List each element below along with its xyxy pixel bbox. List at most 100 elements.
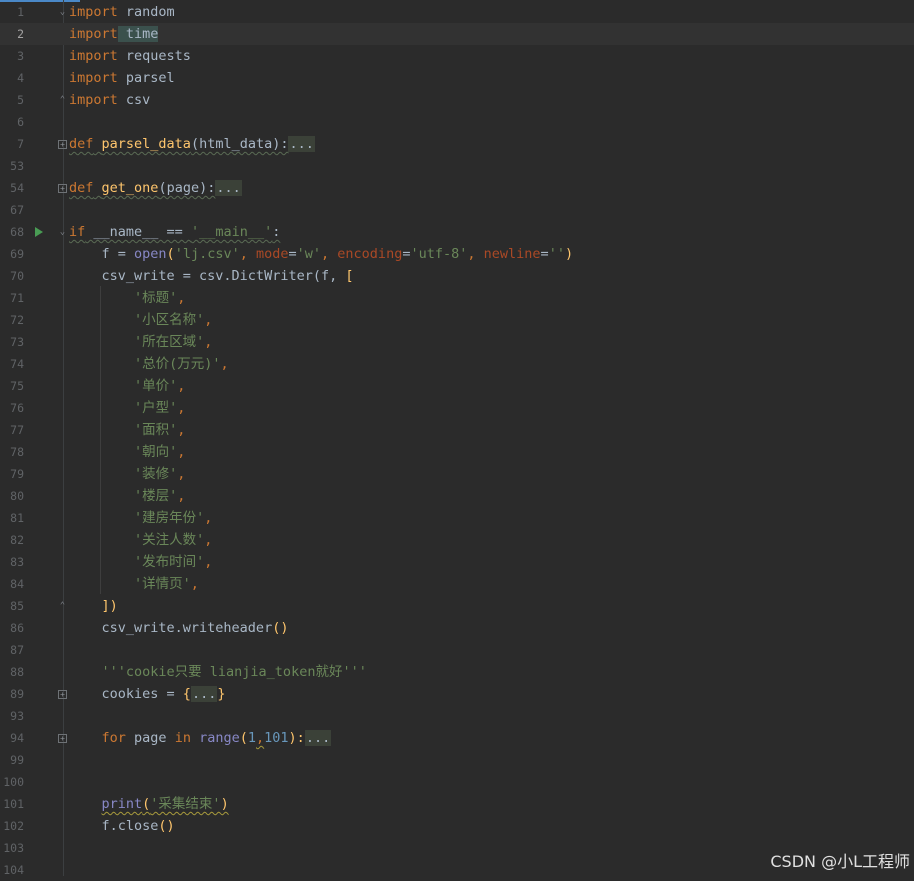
code-line[interactable]: 79 '装修', bbox=[0, 463, 914, 485]
code-line[interactable]: 54 + def get_one(page):... bbox=[0, 177, 914, 199]
code-line[interactable]: 80 '楼层', bbox=[0, 485, 914, 507]
line-number: 4 bbox=[17, 71, 24, 85]
line-number: 101 bbox=[3, 797, 24, 811]
line-number: 89 bbox=[10, 687, 24, 701]
fold-expand-icon[interactable]: + bbox=[58, 140, 67, 149]
code-line[interactable]: 78 '朝向', bbox=[0, 441, 914, 463]
code-text: import time bbox=[69, 26, 159, 42]
line-number: 74 bbox=[10, 357, 24, 371]
line-number: 93 bbox=[10, 709, 24, 723]
line-number: 76 bbox=[10, 401, 24, 415]
code-editor[interactable]: 1 ⌄ import random 2 import time 3 import… bbox=[0, 0, 914, 877]
code-text: import requests bbox=[69, 48, 191, 64]
fold-start-icon[interactable]: ⌄ bbox=[58, 7, 67, 17]
folded-code-placeholder[interactable]: ... bbox=[288, 136, 315, 152]
code-text: def get_one(page):... bbox=[69, 180, 242, 196]
code-line-current[interactable]: 2 import time bbox=[0, 23, 914, 45]
fold-end-icon[interactable]: ⌃ bbox=[58, 601, 67, 611]
watermark-text: CSDN @小L工程师 bbox=[770, 852, 910, 871]
code-line[interactable]: 81 '建房年份', bbox=[0, 507, 914, 529]
code-line[interactable]: 1 ⌄ import random bbox=[0, 1, 914, 23]
code-line[interactable]: 83 '发布时间', bbox=[0, 551, 914, 573]
code-text: '详情页', bbox=[134, 576, 199, 592]
code-line[interactable]: 84 '详情页', bbox=[0, 573, 914, 595]
line-number: 84 bbox=[10, 577, 24, 591]
fold-expand-icon[interactable]: + bbox=[58, 734, 67, 743]
line-number: 80 bbox=[10, 489, 24, 503]
code-text: '面积', bbox=[134, 422, 186, 438]
code-line[interactable]: 72 '小区名称', bbox=[0, 309, 914, 331]
code-text: import parsel bbox=[69, 70, 175, 86]
fold-end-icon[interactable]: ⌃ bbox=[58, 95, 67, 105]
fold-expand-icon[interactable]: + bbox=[58, 184, 67, 193]
folded-code-placeholder[interactable]: ... bbox=[304, 730, 332, 746]
code-line[interactable]: 71 '标题', bbox=[0, 287, 914, 309]
folded-code-placeholder[interactable]: ... bbox=[190, 686, 218, 702]
line-number: 82 bbox=[10, 533, 24, 547]
code-line[interactable]: 3 import requests bbox=[0, 45, 914, 67]
code-line[interactable]: 70 csv_write = csv.DictWriter(f, [ bbox=[0, 265, 914, 287]
code-line[interactable]: 85 ⌃ ]) bbox=[0, 595, 914, 617]
code-line[interactable]: 77 '面积', bbox=[0, 419, 914, 441]
code-text: '装修', bbox=[134, 466, 186, 482]
code-text: csv_write = csv.DictWriter(f, [ bbox=[69, 268, 354, 284]
code-line[interactable]: 76 '户型', bbox=[0, 397, 914, 419]
code-line[interactable]: 67 bbox=[0, 199, 914, 221]
code-line[interactable]: 6 bbox=[0, 111, 914, 133]
code-line[interactable]: 75 '单价', bbox=[0, 375, 914, 397]
code-line[interactable]: 7 + def parsel_data(html_data):... bbox=[0, 133, 914, 155]
code-line[interactable]: 89 + cookies = {...} bbox=[0, 683, 914, 705]
code-line[interactable]: 88 '''cookie只要 lianjia_token就好''' bbox=[0, 661, 914, 683]
code-text: import random bbox=[69, 4, 175, 20]
code-line[interactable]: 74 '总价(万元)', bbox=[0, 353, 914, 375]
code-text: '发布时间', bbox=[134, 554, 213, 570]
code-text: '楼层', bbox=[134, 488, 186, 504]
code-text: '建房年份', bbox=[134, 510, 213, 526]
line-number: 83 bbox=[10, 555, 24, 569]
code-line[interactable]: 102 f.close() bbox=[0, 815, 914, 837]
code-text: ]) bbox=[101, 598, 118, 614]
line-number: 73 bbox=[10, 335, 24, 349]
line-number: 7 bbox=[17, 137, 24, 151]
code-line[interactable]: 93 bbox=[0, 705, 914, 727]
code-text: csv_write.writeheader() bbox=[69, 620, 289, 636]
code-text: '户型', bbox=[134, 400, 186, 416]
code-line[interactable]: 69 f = open('lj.csv', mode='w', encoding… bbox=[0, 243, 914, 265]
code-line[interactable]: 100 bbox=[0, 771, 914, 793]
line-number: 103 bbox=[3, 841, 24, 855]
line-number: 53 bbox=[10, 159, 24, 173]
code-text: if __name__ == '__main__': bbox=[69, 224, 281, 240]
code-line[interactable]: 73 '所在区域', bbox=[0, 331, 914, 353]
code-text: '小区名称', bbox=[134, 312, 213, 328]
fold-start-icon[interactable]: ⌄ bbox=[58, 227, 67, 237]
code-line[interactable]: 94 + for page in range(1,101):... bbox=[0, 727, 914, 749]
run-icon[interactable] bbox=[35, 227, 43, 237]
code-line[interactable]: 4 import parsel bbox=[0, 67, 914, 89]
code-line[interactable]: 68 ⌄ if __name__ == '__main__': bbox=[0, 221, 914, 243]
code-text: '标题', bbox=[134, 290, 186, 306]
line-number: 94 bbox=[10, 731, 24, 745]
line-number: 68 bbox=[10, 225, 24, 239]
code-line[interactable]: 87 bbox=[0, 639, 914, 661]
line-number: 99 bbox=[10, 753, 24, 767]
code-line[interactable]: 99 bbox=[0, 749, 914, 771]
code-line[interactable]: 53 bbox=[0, 155, 914, 177]
code-line[interactable]: 101 print('采集结束') bbox=[0, 793, 914, 815]
line-number: 86 bbox=[10, 621, 24, 635]
line-number: 75 bbox=[10, 379, 24, 393]
line-number: 3 bbox=[17, 49, 24, 63]
code-line[interactable]: 82 '关注人数', bbox=[0, 529, 914, 551]
code-text: '单价', bbox=[134, 378, 186, 394]
code-line[interactable]: 86 csv_write.writeheader() bbox=[0, 617, 914, 639]
line-number: 70 bbox=[10, 269, 24, 283]
line-number: 81 bbox=[10, 511, 24, 525]
folded-code-placeholder[interactable]: ... bbox=[215, 180, 242, 196]
line-number: 87 bbox=[10, 643, 24, 657]
line-number: 104 bbox=[3, 863, 24, 877]
docstring-text: '''cookie只要 lianjia_token就好''' bbox=[69, 664, 367, 680]
fold-expand-icon[interactable]: + bbox=[58, 690, 67, 699]
code-line[interactable]: 5 ⌃ import csv bbox=[0, 89, 914, 111]
code-text: f.close() bbox=[69, 818, 175, 834]
code-text: f = open('lj.csv', mode='w', encoding='u… bbox=[69, 246, 574, 262]
code-text: '所在区域', bbox=[134, 334, 213, 350]
